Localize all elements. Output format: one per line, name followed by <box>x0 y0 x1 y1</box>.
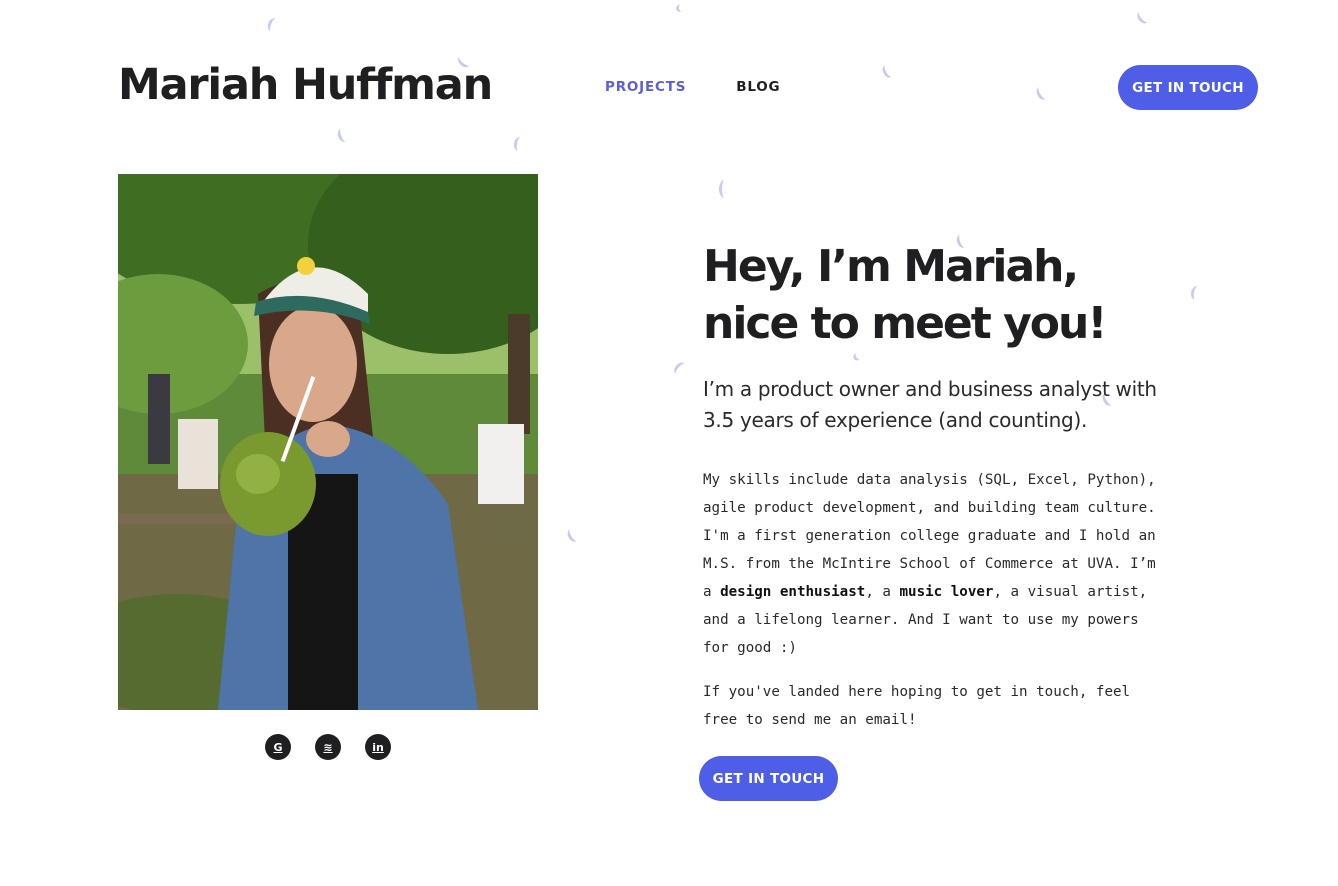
intro-get-in-touch-button[interactable]: GET IN TOUCH <box>699 756 838 801</box>
social-links: G ≋ in <box>265 734 391 760</box>
intro-bio: My skills include data analysis (SQL, Ex… <box>703 466 1163 662</box>
github-icon[interactable]: G <box>265 734 291 760</box>
intro-section: Hey, I’m Mariah, nice to meet you! I’m a… <box>699 238 1173 801</box>
profile-photo <box>118 174 538 710</box>
nav-projects[interactable]: PROJECTS <box>605 79 686 95</box>
main-nav: PROJECTS BLOG <box>605 79 780 95</box>
spotify-icon[interactable]: ≋ <box>315 734 341 760</box>
bio-bold-music: music lover <box>899 584 994 600</box>
site-header: Mariah Huffman PROJECTS BLOG GET IN TOUC… <box>0 0 1338 150</box>
site-brand[interactable]: Mariah Huffman <box>118 60 493 112</box>
bio-bold-design: design enthusiast <box>720 584 866 600</box>
bio-text-1: My skills include data analysis (SQL, Ex… <box>703 472 1156 600</box>
nav-blog[interactable]: BLOG <box>736 79 780 95</box>
bio-text-2: , a <box>865 584 900 600</box>
intro-headline: Hey, I’m Mariah, nice to meet you! <box>703 241 1107 349</box>
contact-note: If you've landed here hoping to get in t… <box>703 684 1131 728</box>
header-get-in-touch-button[interactable]: GET IN TOUCH <box>1118 65 1258 110</box>
linkedin-icon[interactable]: in <box>365 734 391 760</box>
intro-tagline: I’m a product owner and business analyst… <box>703 377 1157 432</box>
